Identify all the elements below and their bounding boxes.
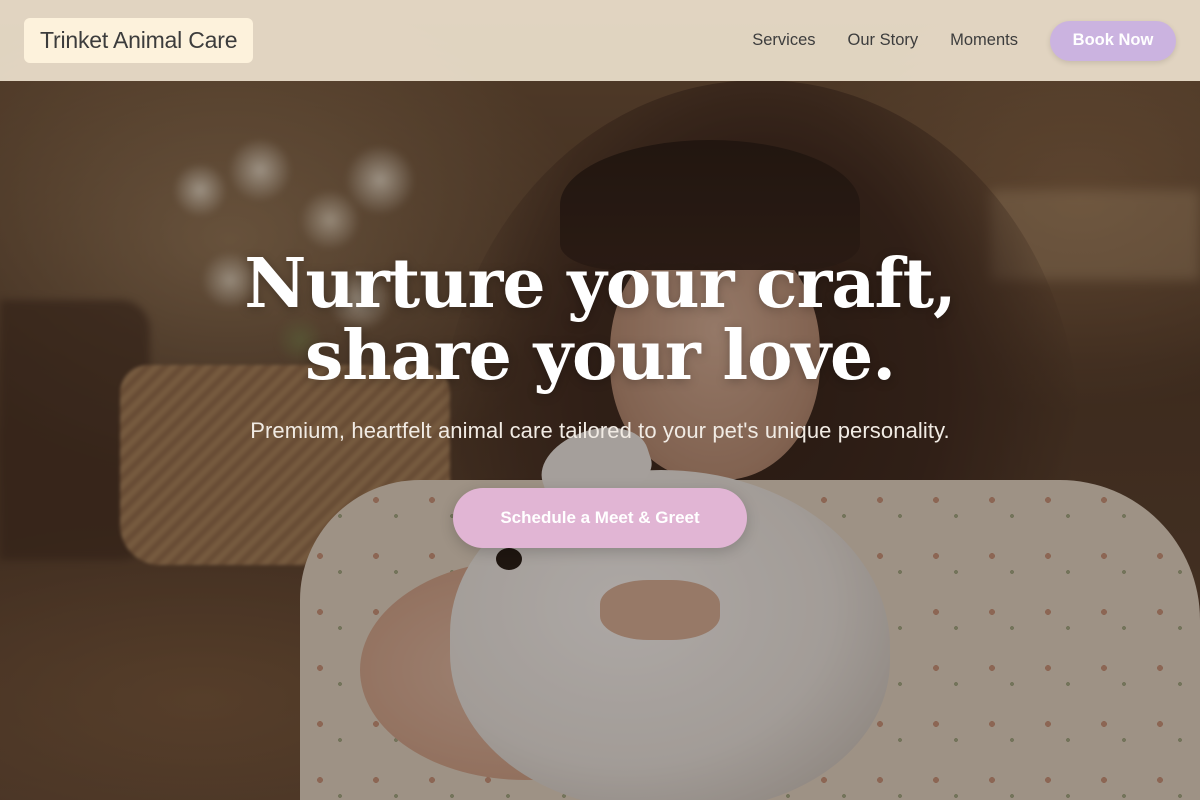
schedule-meet-greet-button[interactable]: Schedule a Meet & Greet bbox=[453, 488, 747, 548]
main-nav: Services Our Story Moments Book Now bbox=[752, 20, 1176, 61]
book-now-button[interactable]: Book Now bbox=[1050, 20, 1176, 61]
nav-link-moments[interactable]: Moments bbox=[950, 31, 1018, 50]
nav-link-services[interactable]: Services bbox=[752, 31, 815, 50]
hero-content: Nurture your craft, share your love. Pre… bbox=[0, 248, 1200, 548]
brand-logo[interactable]: Trinket Animal Care bbox=[24, 18, 254, 63]
hero-headline: Nurture your craft, share your love. bbox=[244, 244, 956, 396]
hero-subtitle: Premium, heartfelt animal care tailored … bbox=[250, 418, 950, 443]
site-header: Trinket Animal Care Services Our Story M… bbox=[0, 0, 1200, 81]
nav-link-our-story[interactable]: Our Story bbox=[848, 31, 919, 50]
